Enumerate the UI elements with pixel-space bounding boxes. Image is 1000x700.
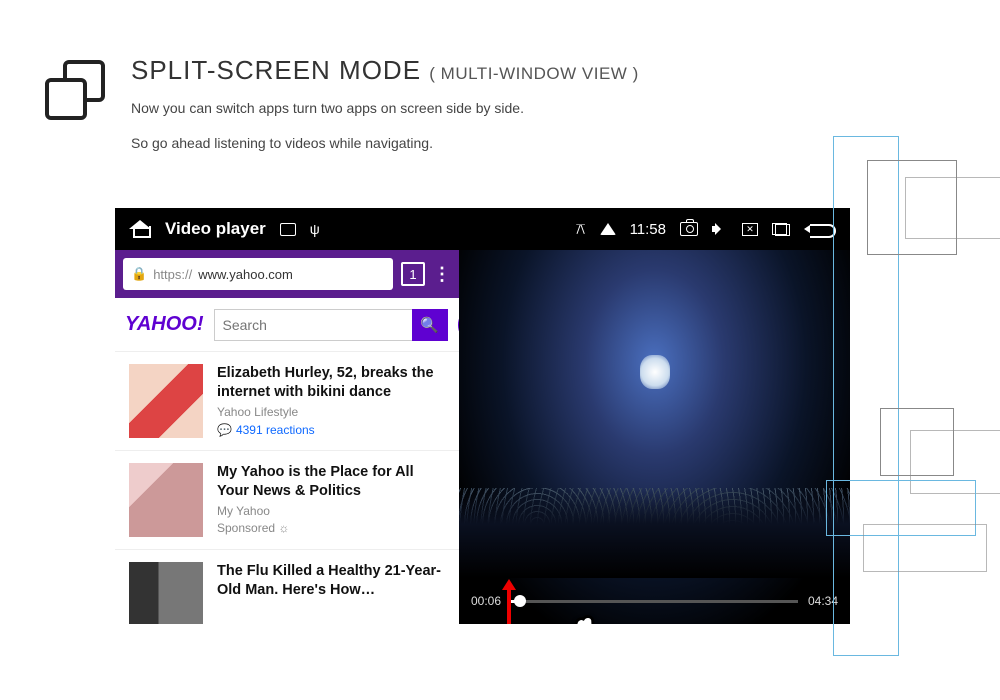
time-elapsed: 00:06 xyxy=(471,594,501,608)
news-feed[interactable]: Elizabeth Hurley, 52, breaks the interne… xyxy=(115,352,459,624)
android-status-bar: Video player ψ ⚻ 11:58 ✕ xyxy=(115,208,850,250)
news-sponsored-label: Sponsored ☼ xyxy=(217,521,445,535)
split-screen-icon xyxy=(45,60,105,120)
seek-track[interactable] xyxy=(511,600,798,603)
news-source: My Yahoo xyxy=(217,504,445,518)
news-thumbnail xyxy=(129,562,203,624)
url-bar[interactable]: 🔒 https:// www.yahoo.com xyxy=(123,258,393,290)
yahoo-logo[interactable]: YAHOO! xyxy=(125,313,204,336)
page-title: SPLIT-SCREEN MODE ( MULTI-WINDOW VIEW ) xyxy=(131,55,639,86)
clock-time: 11:58 xyxy=(630,221,666,238)
device-screenshot: Video player ψ ⚻ 11:58 ✕ 🔒 https:// www.y… xyxy=(115,208,850,624)
news-source: Yahoo Lifestyle xyxy=(217,405,445,419)
title-main: SPLIT-SCREEN MODE xyxy=(131,55,421,85)
home-icon[interactable] xyxy=(129,220,151,238)
browser-toolbar: 🔒 https:// www.yahoo.com 1 ⋮ xyxy=(115,250,459,298)
volume-icon[interactable] xyxy=(712,221,728,237)
decorative-box xyxy=(863,524,987,572)
search-input[interactable] xyxy=(214,309,412,341)
news-headline: The Flu Killed a Healthy 21-Year-Old Man… xyxy=(217,562,445,600)
decorative-box xyxy=(905,177,1000,239)
description-line-2: So go ahead listening to videos while na… xyxy=(131,131,639,156)
back-icon[interactable] xyxy=(804,222,836,236)
site-header: YAHOO! 🔍 ☺ xyxy=(115,298,459,352)
video-progress-bar[interactable]: 00:06 04:34 xyxy=(471,594,838,608)
lock-icon: 🔒 xyxy=(131,266,147,282)
news-headline: My Yahoo is the Place for All Your News … xyxy=(217,463,445,501)
close-box-icon[interactable]: ✕ xyxy=(742,223,758,236)
overflow-menu-icon[interactable]: ⋮ xyxy=(433,264,451,285)
search-button[interactable]: 🔍 xyxy=(412,309,448,341)
list-item[interactable]: Elizabeth Hurley, 52, breaks the interne… xyxy=(115,352,459,451)
seek-thumb[interactable] xyxy=(514,595,526,607)
camera-icon[interactable] xyxy=(680,222,698,236)
url-scheme: https:// xyxy=(153,267,192,282)
bluetooth-icon: ⚻ xyxy=(576,221,586,238)
url-host: www.yahoo.com xyxy=(198,267,293,282)
usb-icon[interactable]: ψ xyxy=(310,221,320,237)
title-sub: ( MULTI-WINDOW VIEW ) xyxy=(429,64,638,83)
tab-count-button[interactable]: 1 xyxy=(401,262,425,286)
wifi-icon xyxy=(600,223,616,235)
news-reactions[interactable]: 💬4391 reactions xyxy=(217,423,445,437)
app-title: Video player xyxy=(165,219,266,239)
news-thumbnail xyxy=(129,364,203,438)
browser-pane: 🔒 https:// www.yahoo.com 1 ⋮ YAHOO! 🔍 ☺ xyxy=(115,250,459,624)
video-pane[interactable]: MEKEDE® 00:06 04:34 xyxy=(459,250,850,624)
list-item[interactable]: My Yahoo is the Place for All Your News … xyxy=(115,451,459,550)
list-item[interactable]: The Flu Killed a Healthy 21-Year-Old Man… xyxy=(115,550,459,624)
video-content[interactable] xyxy=(459,250,850,624)
recents-icon[interactable] xyxy=(772,223,790,236)
description-line-1: Now you can switch apps turn two apps on… xyxy=(131,96,639,121)
news-thumbnail xyxy=(129,463,203,537)
image-icon[interactable] xyxy=(280,223,296,236)
news-headline: Elizabeth Hurley, 52, breaks the interne… xyxy=(217,364,445,402)
